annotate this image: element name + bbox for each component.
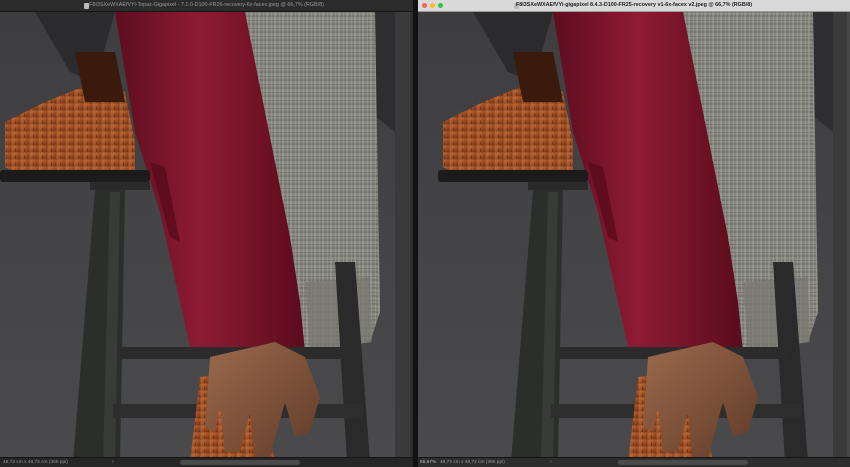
right-image-canvas[interactable] xyxy=(418,12,850,458)
left-doc-size: 48,72 cm x 48,72 cm (300 ppi) xyxy=(3,460,68,465)
right-photo xyxy=(418,12,833,458)
right-horizontal-scrollbar[interactable] xyxy=(618,460,748,465)
right-doc-size: 48,72 cm x 48,72 cm (300 ppi) xyxy=(440,460,505,465)
left-image-canvas[interactable] xyxy=(0,12,413,458)
status-arrow-icon[interactable]: › xyxy=(550,459,556,465)
left-horizontal-scrollbar[interactable] xyxy=(180,460,300,465)
zoom-level[interactable]: 66,67% xyxy=(420,458,436,467)
right-status-bar: 66,67% 48,72 cm x 48,72 cm (300 ppi) › xyxy=(418,457,850,467)
left-window-titlebar[interactable]: F8I3SXeWXAEfVYi-Topaz-Gigapixel - 7.1.0-… xyxy=(0,0,413,12)
left-window-title: F8I3SXeWXAEfVYi-Topaz-Gigapixel - 7.1.0-… xyxy=(89,2,324,8)
left-status-bar: 48,72 cm x 48,72 cm (300 ppi) › xyxy=(0,457,413,467)
status-arrow-icon[interactable]: › xyxy=(112,459,118,465)
left-document-window: F8I3SXeWXAEfVYi-Topaz-Gigapixel - 7.1.0-… xyxy=(0,0,413,467)
left-photo xyxy=(0,12,395,458)
right-window-titlebar[interactable]: F8I3SXeWXAEfVYi-gigapixel 8.4.3-D100-FR2… xyxy=(418,0,850,12)
right-window-title: F8I3SXeWXAEfVYi-gigapixel 8.4.3-D100-FR2… xyxy=(515,2,753,8)
right-document-window: F8I3SXeWXAEfVYi-gigapixel 8.4.3-D100-FR2… xyxy=(418,0,850,467)
